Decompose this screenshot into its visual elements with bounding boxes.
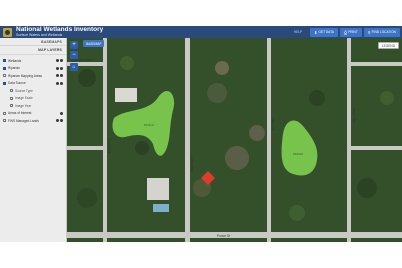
layer-options — [55, 81, 63, 85]
layer-checkbox[interactable] — [3, 74, 6, 78]
get-data-button[interactable]: ⬇ GET DATA — [310, 27, 338, 37]
layer-checkbox[interactable] — [3, 59, 6, 63]
layer-label: Riparian — [8, 66, 20, 71]
info-icon[interactable] — [55, 81, 59, 85]
road-label: Lake Ave — [271, 118, 275, 131]
app-titles: National Wetlands Inventory Surface Wate… — [16, 26, 103, 38]
road-label: Acorn Blvd — [190, 156, 194, 172]
layer-options — [55, 66, 63, 70]
settings-icon[interactable] — [60, 81, 63, 85]
info-icon[interactable] — [55, 66, 59, 70]
layer-checkbox[interactable] — [3, 81, 6, 85]
wetland-label: PEM1C — [293, 152, 304, 156]
layer-checkbox[interactable] — [3, 66, 6, 70]
layer-list: Wetlands Riparian Riparian Mapping Areas… — [0, 55, 66, 125]
wetlands-mapper-app: National Wetlands Inventory Surface Wate… — [0, 26, 402, 242]
layer-options — [60, 111, 63, 115]
road-horizontal-left-mid — [67, 146, 103, 150]
agency-logo-icon — [3, 27, 12, 37]
layer-label: Image Year — [15, 103, 32, 108]
layer-areas-of-interest[interactable]: Areas of Interest — [0, 110, 66, 118]
layer-options — [55, 119, 63, 122]
zoom-out-button[interactable]: − — [70, 51, 78, 59]
road-vertical-3 — [267, 38, 271, 242]
app-header: National Wetlands Inventory Surface Wate… — [0, 26, 402, 38]
app-subtitle: Surface Waters and Wetlands — [16, 33, 63, 37]
house-roof — [115, 88, 137, 102]
map-layers-section-header[interactable]: MAP LAYERS — [0, 46, 66, 55]
settings-icon[interactable] — [60, 119, 63, 122]
layer-checkbox[interactable] — [3, 111, 6, 115]
layer-fws-managed-lands[interactable]: FWS Managed Lands — [0, 117, 66, 125]
layer-checkbox[interactable] — [3, 119, 6, 123]
sublayer-image-scale[interactable]: Image Scale — [0, 95, 66, 103]
zoom-in-button[interactable]: + — [70, 41, 78, 49]
layer-label: Image Scale — [15, 96, 33, 101]
road-vertical-4 — [347, 38, 351, 242]
info-icon[interactable] — [55, 59, 59, 62]
help-link[interactable]: HELP — [294, 30, 302, 34]
home-extent-button[interactable]: ⌂ — [70, 63, 78, 71]
layer-checkbox[interactable] — [10, 89, 13, 93]
satellite-imagery[interactable]: Boundary Blvd Access Rd Acorn Blvd Lake … — [67, 38, 402, 242]
layer-riparian-mapping-areas[interactable]: Riparian Mapping Areas — [0, 72, 66, 80]
road-vertical-1 — [103, 38, 107, 242]
road-label: Access Rd — [107, 138, 111, 153]
layers-sidebar: BASEMAPS MAP LAYERS Wetlands Riparian Ri… — [0, 38, 67, 242]
info-icon[interactable] — [55, 74, 59, 77]
road-horizontal-right-top — [351, 62, 402, 66]
road-horizontal-bottom — [67, 232, 402, 238]
layer-checkbox[interactable] — [10, 96, 13, 100]
layer-label: Source Type — [15, 88, 33, 93]
road-vertical-2 — [185, 38, 190, 242]
layer-data-source[interactable]: Data Source — [0, 80, 66, 88]
map-view[interactable]: Boundary Blvd Access Rd Acorn Blvd Lake … — [67, 38, 402, 242]
road-label: Ponce St — [217, 234, 230, 238]
info-icon[interactable] — [60, 111, 63, 115]
basemaps-section-header[interactable]: BASEMAPS — [0, 38, 66, 46]
layer-label: FWS Managed Lands — [8, 118, 39, 123]
screenshot-frame: National Wetlands Inventory Surface Wate… — [0, 0, 402, 268]
legend-button[interactable]: LEGEND — [377, 42, 399, 49]
road-label: Moore Rd — [352, 108, 356, 122]
sublayer-source-type[interactable]: Source Type — [0, 87, 66, 95]
road-horizontal-right-mid — [351, 146, 402, 150]
layer-label: Riparian Mapping Areas — [8, 73, 43, 78]
settings-icon[interactable] — [60, 74, 63, 77]
layer-options — [55, 59, 63, 62]
settings-icon[interactable] — [60, 59, 63, 62]
home-icon: ⌂ — [72, 64, 76, 70]
basemap-toggle-button[interactable]: BASEMAP — [83, 40, 105, 47]
printer-icon: ⎙ — [343, 29, 348, 35]
header-actions: HELP ⬇ GET DATA ⎙ PRINT ⚲ FIND LOCATION — [294, 27, 400, 37]
layer-wetlands[interactable]: Wetlands — [0, 57, 66, 65]
sublayer-image-year[interactable]: Image Year — [0, 102, 66, 110]
layer-label: Wetlands — [8, 58, 22, 63]
layer-label: Areas of Interest — [8, 111, 32, 116]
layer-label: Data Source — [8, 81, 26, 86]
layer-options — [55, 74, 63, 77]
find-location-button[interactable]: ⚲ FIND LOCATION — [363, 27, 400, 37]
layer-riparian[interactable]: Riparian — [0, 65, 66, 73]
print-button[interactable]: ⎙ PRINT — [339, 27, 362, 37]
print-label: PRINT — [348, 30, 358, 34]
info-icon[interactable] — [55, 119, 59, 122]
search-icon: ⚲ — [367, 29, 371, 35]
settings-icon[interactable] — [60, 66, 63, 70]
download-icon: ⬇ — [314, 29, 318, 35]
house-roof — [147, 178, 169, 200]
find-location-label: FIND LOCATION — [371, 30, 396, 34]
layer-checkbox[interactable] — [10, 104, 13, 108]
get-data-label: GET DATA — [318, 30, 334, 34]
pool — [153, 204, 169, 212]
vegetation-background — [67, 38, 402, 242]
wetland-label: PFO1A — [144, 123, 154, 127]
